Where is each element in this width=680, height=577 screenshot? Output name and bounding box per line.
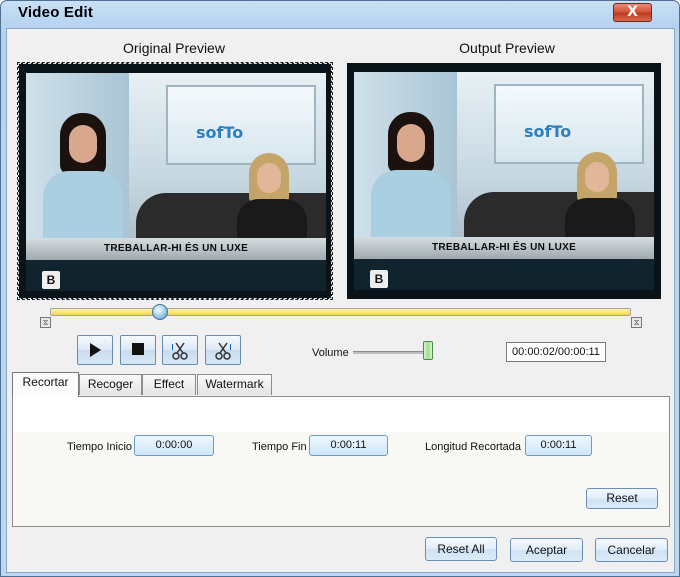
trim-panel: Tiempo Inicio 0:00:00 Tiempo Fin 0:00:11…	[12, 396, 670, 527]
play-icon	[90, 343, 101, 357]
dialog-client-area: Original Preview Output Preview sofTo TR…	[6, 28, 675, 573]
trimmed-length-label: Longitud Recortada	[425, 441, 522, 453]
start-time-field[interactable]: 0:00:00	[134, 435, 214, 456]
video-banner-text: TREBALLAR-HI ÉS UN LUXE	[354, 237, 654, 259]
stop-icon	[132, 343, 144, 355]
reset-all-button[interactable]: Reset All	[425, 537, 497, 561]
accept-button[interactable]: Aceptar	[510, 538, 583, 562]
window-title: Video Edit	[18, 4, 94, 21]
timeline-slider[interactable]	[50, 308, 631, 316]
tab-watermark[interactable]: Watermark	[197, 374, 272, 395]
tab-recoger[interactable]: Recoger	[79, 374, 142, 395]
video-logo: sofTo	[524, 122, 572, 141]
video-banner-text: TREBALLAR-HI ÉS UN LUXE	[26, 238, 326, 260]
reset-button[interactable]: Reset	[586, 488, 658, 509]
video-presenter	[366, 112, 456, 250]
end-time-field[interactable]: 0:00:11	[309, 435, 388, 456]
close-button[interactable]: X	[613, 3, 652, 22]
original-preview-label: Original Preview	[123, 40, 225, 56]
output-preview-label: Output Preview	[459, 40, 555, 56]
scissors-icon	[171, 342, 188, 360]
timeline-thumb[interactable]	[152, 304, 169, 320]
channel-bug-icon: B	[370, 270, 388, 288]
video-person	[231, 153, 311, 249]
video-frame: sofTo TREBALLAR-HI ÉS UN LUXE B	[354, 72, 654, 290]
channel-bug-icon: B	[42, 271, 60, 289]
stop-button[interactable]	[120, 335, 156, 365]
cancel-button[interactable]: Cancelar	[595, 538, 668, 562]
volume-label: Volume	[312, 347, 349, 359]
volume-slider[interactable]	[353, 351, 429, 354]
volume-thumb[interactable]	[423, 341, 433, 360]
play-button[interactable]	[77, 335, 113, 365]
scissors-icon	[215, 342, 232, 360]
start-time-label: Tiempo Inicio	[67, 441, 133, 453]
output-preview-video: sofTo TREBALLAR-HI ÉS UN LUXE B	[347, 63, 661, 299]
mark-out-marker-icon[interactable]: ⧖	[631, 317, 642, 328]
tab-effect[interactable]: Effect	[142, 374, 196, 395]
video-logo: sofTo	[196, 123, 244, 142]
mark-in-marker-icon[interactable]: ⧖	[40, 317, 51, 328]
video-frame: sofTo TREBALLAR-HI ÉS UN LUXE B	[26, 73, 326, 291]
video-presenter	[38, 113, 128, 251]
tab-recortar[interactable]: Recortar	[12, 372, 79, 397]
panel-header-strip	[13, 397, 669, 432]
mark-end-button[interactable]	[205, 335, 241, 365]
video-person	[559, 152, 639, 248]
trimmed-length-field: 0:00:11	[525, 435, 592, 456]
original-preview-video[interactable]: sofTo TREBALLAR-HI ÉS UN LUXE B	[17, 62, 333, 300]
mark-start-button[interactable]	[162, 335, 198, 365]
time-display: 00:00:02/00:00:11	[506, 342, 606, 362]
video-edit-window: Video Edit X Original Preview Output Pre…	[0, 0, 680, 577]
end-time-label: Tiempo Fin	[252, 441, 307, 453]
